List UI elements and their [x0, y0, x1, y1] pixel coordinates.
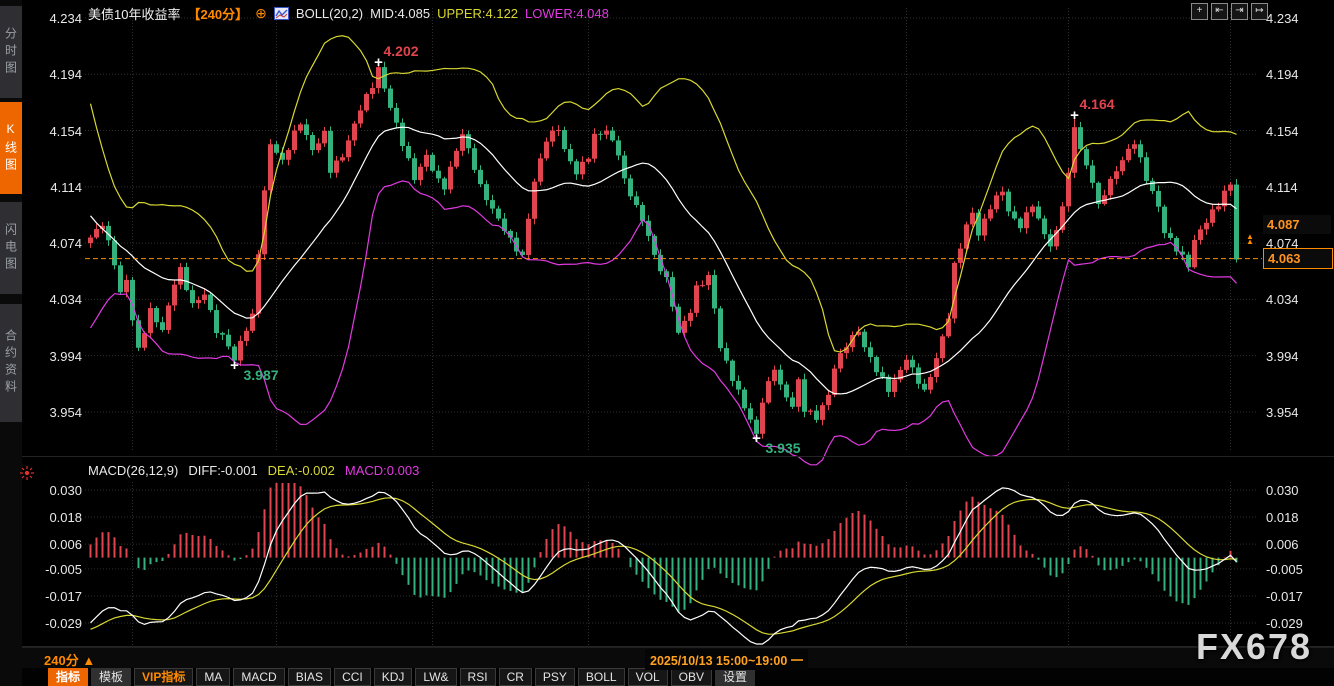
indicator-toolbar: 指标模板VIP指标MAMACDBIASCCIKDJLW&RSICRPSYBOLL… [22, 668, 1334, 686]
toolbar-button-PSY[interactable]: PSY [535, 668, 575, 686]
toolbar-button-KDJ[interactable]: KDJ [374, 668, 413, 686]
boll-lower-value: LOWER:4.048 [525, 6, 609, 21]
sidebar-tab-3[interactable]: 闪电图 [0, 202, 22, 294]
toolbar-button-MACD[interactable]: MACD [233, 668, 284, 686]
window-tools: +⇤⇥↦ [1191, 3, 1268, 20]
toolbar-button-MA[interactable]: MA [196, 668, 230, 686]
macd-dea-value: DEA:-0.002 [268, 463, 335, 479]
toolbar-button-CCI[interactable]: CCI [334, 668, 371, 686]
sidebar-tab-4[interactable]: 合约资料 [0, 304, 22, 422]
mid-band-price-marker: 4.087 [1263, 215, 1331, 234]
shift-left-icon[interactable]: ⇤ [1211, 3, 1228, 20]
watermark-logo: FX678 [1196, 626, 1312, 668]
candle-time-tooltip: 2025/10/13 15:00~19:00 一 [645, 649, 808, 670]
toolbar-button-CR[interactable]: CR [499, 668, 532, 686]
toolbar-button-VOL[interactable]: VOL [628, 668, 668, 686]
boll-mid-value: MID:4.085 [370, 6, 430, 21]
toolbar-button-指标[interactable]: 指标 [48, 668, 88, 686]
shift-right-icon[interactable]: ⇥ [1231, 3, 1248, 20]
macd-diff-value: DIFF:-0.001 [188, 463, 257, 479]
toolbar-button-OBV[interactable]: OBV [671, 668, 712, 686]
toolbar-button-BIAS[interactable]: BIAS [288, 668, 331, 686]
sidebar-tab-2[interactable]: K线图 [0, 102, 22, 194]
sidebar-tab-1[interactable]: 分时图 [0, 6, 22, 98]
toolbar-button-VIP指标[interactable]: VIP指标 [134, 668, 193, 686]
indicator-settings-icon[interactable] [20, 466, 34, 480]
sidebar: 分时图 K线图闪电图合约资料 [0, 0, 22, 686]
toolbar-button-RSI[interactable]: RSI [460, 668, 496, 686]
chart-style-icon[interactable] [274, 7, 289, 20]
boll-upper-value: UPPER:4.122 [437, 6, 518, 21]
candlestick-chart-canvas[interactable] [0, 0, 1334, 686]
macd-header: MACD(26,12,9) DIFF:-0.001 DEA:-0.002 MAC… [88, 463, 419, 479]
pane-divider [22, 456, 1334, 457]
macd-indicator-label: MACD(26,12,9) [88, 463, 178, 479]
chart-header: 美债10年收益率 【240分】 ⊕ BOLL(20,2) MID:4.085 U… [88, 4, 609, 22]
move-tool-icon[interactable]: + [1191, 3, 1208, 20]
add-indicator-icon[interactable]: ⊕ [255, 5, 267, 22]
period-selector[interactable]: 240分 ▲ [44, 650, 95, 669]
period-up-arrow-icon: ▲ [82, 653, 95, 668]
goto-latest-icon[interactable]: ↦ [1251, 3, 1268, 20]
toolbar-button-BOLL[interactable]: BOLL [578, 668, 625, 686]
macd-hist-value: MACD:0.003 [345, 463, 419, 479]
toolbar-button-LW&[interactable]: LW& [415, 668, 456, 686]
period-badge[interactable]: 【240分】 [187, 4, 248, 23]
last-price-marker: 4.063 [1263, 248, 1333, 269]
boll-indicator-label: BOLL(20,2) [296, 6, 363, 21]
toolbar-button-模板[interactable]: 模板 [91, 668, 131, 686]
instrument-title: 美债10年收益率 [88, 4, 180, 23]
toolbar-button-设置[interactable]: 设置 [715, 668, 755, 686]
latest-price-arrows-icon: ▲ ▲ [1246, 234, 1254, 244]
